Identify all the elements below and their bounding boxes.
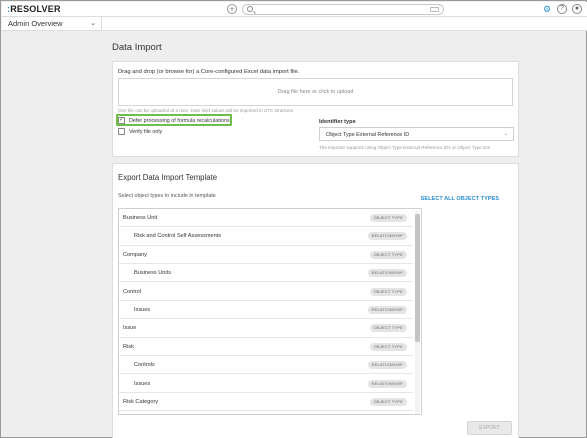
identifier-note: The importer supports using Object Type … xyxy=(319,145,490,150)
list-item[interactable]: Risk OBJECT TYPE xyxy=(119,338,413,357)
help-icon[interactable]: ? xyxy=(557,4,567,14)
list-item[interactable]: Controls RELATIONSHIP xyxy=(119,356,413,375)
gear-icon[interactable]: ⚙ xyxy=(542,4,552,14)
list-item-name: Risk Category xyxy=(123,399,159,405)
upload-hint: One file can be uploaded at a time. Date… xyxy=(118,108,295,113)
list-item[interactable]: Company OBJECT TYPE xyxy=(119,246,413,265)
list-item-name: Issue xyxy=(123,325,137,332)
type-badge: RELATIONSHIP xyxy=(367,306,407,314)
nav-bar: Admin Overview ⌄ xyxy=(2,17,587,31)
type-badge: OBJECT TYPE xyxy=(369,398,407,406)
list-item-name: Controls xyxy=(134,362,155,369)
list-item[interactable]: Risk Category OBJECT TYPE xyxy=(119,393,413,412)
type-badge: RELATIONSHIP xyxy=(367,361,407,370)
select-all-object-types-link[interactable]: SELECT ALL OBJECT TYPES xyxy=(421,196,499,202)
list-item[interactable]: Business Units RELATIONSHIP xyxy=(119,264,413,283)
search-icon xyxy=(247,6,253,12)
object-type-list: Risk Category OBJECT TYPE Issues RELATIONSH… xyxy=(118,208,422,415)
identifier-type-value: Object Type External Reference ID xyxy=(326,132,410,138)
identifier-type-label: Identifier type xyxy=(319,119,356,125)
resolver-logo[interactable]: :RESOLVER xyxy=(7,4,61,14)
type-badge: OBJECT TYPE xyxy=(369,324,407,333)
dropzone-text: Drag file here or click to upload xyxy=(277,89,354,95)
list-item[interactable]: Business Unit OBJECT TYPE xyxy=(119,209,413,228)
type-badge: RELATIONSHIP xyxy=(367,232,407,241)
logo-text: RESOLVER xyxy=(10,4,61,14)
type-badge: OBJECT TYPE xyxy=(369,250,407,259)
list-item[interactable]: Issues RELATIONSHIP xyxy=(119,375,413,393)
defer-label: Defer processing of formula recalculatio… xyxy=(129,118,230,124)
type-badge: OBJECT TYPE xyxy=(369,214,407,222)
defer-checkbox[interactable] xyxy=(118,116,125,124)
user-icon[interactable]: ● xyxy=(572,4,582,14)
list-item[interactable]: Risk and Control Self Assessments RELATIO… xyxy=(119,227,413,246)
list-item[interactable]: Control OBJECT TYPE xyxy=(119,283,413,301)
list-item-name: Company xyxy=(123,251,147,258)
type-badge: RELATIONSHIP xyxy=(367,269,407,278)
search-input[interactable] xyxy=(242,4,444,15)
app-frame: :RESOLVER + ⚙ ? ● Admin Overview ⌄ Data … xyxy=(0,0,587,438)
list-item-name: Issues xyxy=(134,307,151,313)
list-item-name: Issues xyxy=(134,380,151,387)
chevron-down-icon: ⌄ xyxy=(90,20,96,27)
list-item-name: Control xyxy=(123,288,142,295)
page-title: Data Import xyxy=(112,42,162,53)
plus-circle-icon[interactable]: + xyxy=(227,4,237,14)
list-item-name: Business Units xyxy=(134,270,171,277)
identifier-type-select[interactable]: Object Type External Reference ID ⌄ xyxy=(319,127,514,141)
drag-instructions: Drag and drop (or browse for) a Core-con… xyxy=(118,69,300,75)
verify-label: Verify file only xyxy=(129,129,163,135)
export-button[interactable]: EXPORT xyxy=(467,421,512,435)
type-badge: OBJECT TYPE xyxy=(369,342,407,351)
export-card: Export Data Import Template Select objec… xyxy=(112,163,519,438)
import-card: Drag and drop (or browse for) a Core-con… xyxy=(112,61,519,157)
keyboard-shortcut-icon xyxy=(430,7,439,12)
verify-checkbox[interactable] xyxy=(118,128,125,135)
list-item[interactable]: Issue OBJECT TYPE xyxy=(119,319,413,338)
scrollbar-thumb[interactable] xyxy=(415,214,420,342)
file-dropzone[interactable]: Drag file here or click to upload xyxy=(118,78,513,106)
nav-dropdown-label: Admin Overview xyxy=(8,19,63,28)
list-item-name: Risk xyxy=(123,343,134,350)
top-bar: :RESOLVER + ⚙ ? ● xyxy=(2,2,587,17)
type-badge: RELATIONSHIP xyxy=(367,379,407,388)
list-item-name: Risk and Control Self Assessments xyxy=(134,233,222,240)
export-title: Export Data Import Template xyxy=(118,173,218,182)
select-object-types-label: Select object types to include in templa… xyxy=(118,193,216,199)
list-item[interactable]: Issues RELATIONSHIP xyxy=(119,301,413,320)
type-badge: OBJECT TYPE xyxy=(369,287,407,296)
chevron-down-icon: ⌄ xyxy=(503,131,508,137)
top-right-icons: ⚙ ? ● xyxy=(542,4,582,14)
nav-dropdown[interactable]: Admin Overview ⌄ xyxy=(2,17,102,31)
list-item-name: Business Unit xyxy=(123,215,158,221)
